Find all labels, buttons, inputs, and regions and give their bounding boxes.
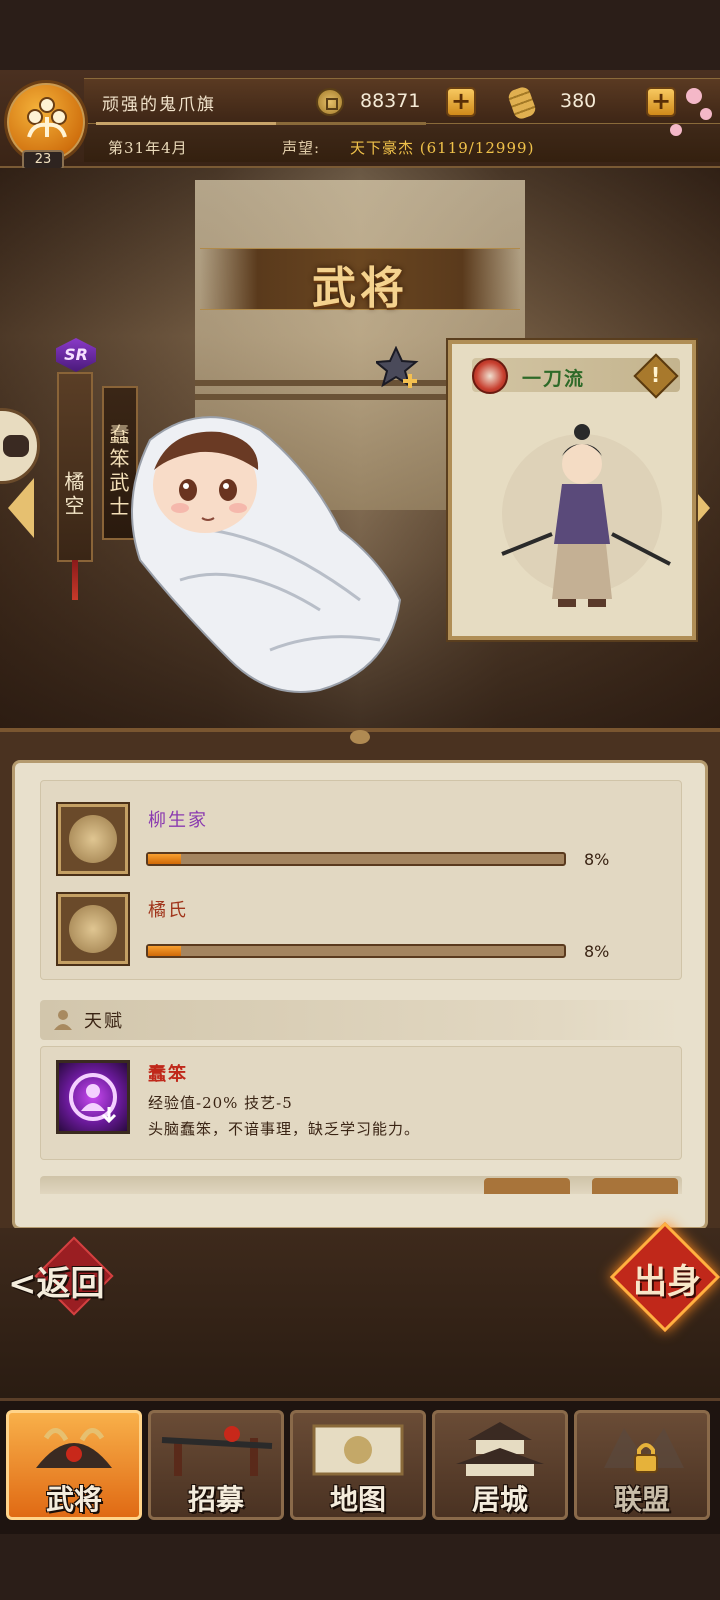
cherry-blossom-decoration — [686, 88, 702, 104]
origin-name: 柳生家 — [148, 810, 208, 831]
section-button-peek[interactable] — [592, 1178, 678, 1194]
add-gold-button[interactable]: + — [446, 87, 476, 117]
samurai-helmet-icon — [36, 1428, 112, 1468]
crossed-swords-icon — [472, 358, 508, 394]
lock-icon — [634, 1443, 658, 1473]
talent-section-header — [40, 1000, 682, 1040]
talent-description: 头脑蠢笨，不谙事理，缺乏学习能力。 — [148, 1120, 421, 1138]
gold-coin-icon — [316, 88, 344, 116]
origin-progress-bar — [146, 944, 566, 958]
birth-button[interactable]: 出身 — [612, 1254, 720, 1303]
person-down-icon — [56, 1060, 130, 1134]
player-level-badge: 23 — [22, 150, 64, 170]
gesture-bar-area — [0, 1534, 720, 1600]
tassel-decoration — [72, 560, 78, 600]
castle-icon — [456, 1422, 544, 1476]
add-rice-button[interactable]: + — [646, 87, 676, 117]
tachibana-crest-icon — [27, 97, 67, 138]
page-title: 武将 — [312, 263, 408, 314]
star-upgrade-icon[interactable] — [376, 346, 422, 390]
scroll-map-icon — [312, 1424, 404, 1476]
talent-item[interactable] — [40, 1046, 682, 1160]
tachibana-crest-icon — [58, 894, 128, 964]
exp-bar — [96, 122, 276, 125]
talent-effect: 经验值-20% 技艺-5 — [148, 1094, 293, 1112]
yagyu-crest-icon — [58, 804, 128, 874]
prev-general-arrow-icon[interactable] — [8, 478, 34, 538]
back-button-label: 返回 — [36, 1264, 105, 1304]
exclamation-mark: ! — [651, 363, 661, 387]
skill-card[interactable]: 一刀流 ! — [448, 340, 696, 640]
fame-label: 声望: — [282, 139, 321, 157]
player-name: 顽强的鬼爪旗 — [102, 95, 216, 115]
samurai-figure — [501, 424, 671, 607]
skill-name: 一刀流 — [522, 368, 586, 390]
nav-label: 武将 — [45, 1483, 102, 1516]
origin-progress-percent: 8% — [584, 850, 610, 869]
section-button-peek[interactable] — [484, 1178, 570, 1194]
general-name: 橘空 — [57, 372, 93, 562]
nav-label: 地图 — [329, 1483, 386, 1516]
next-section-header-peek — [40, 1176, 682, 1194]
origin-progress-percent: 8% — [584, 942, 610, 961]
cherry-blossom-decoration — [700, 108, 712, 120]
katana-rack-icon — [161, 1426, 273, 1476]
nav-label: 招募 — [187, 1483, 244, 1516]
fame-value: 天下豪杰 (6119/12999) — [350, 139, 535, 157]
general-detail-screen: 23 顽强的鬼爪旗 88371 + 380 + 第31年4月 声望: 天下豪杰 … — [0, 0, 720, 1600]
talent-header-icon — [54, 1010, 72, 1030]
cherry-blossom-decoration — [670, 124, 682, 136]
nav-label: 联盟 — [613, 1483, 670, 1516]
origin-progress-bar — [146, 852, 566, 866]
talent-name: 蠢笨 — [148, 1064, 188, 1085]
nav-label: 居城 — [471, 1483, 528, 1516]
gold-amount: 88371 — [360, 90, 421, 112]
game-date: 第31年4月 — [108, 139, 188, 157]
general-portrait[interactable] — [120, 410, 410, 700]
exp-bar-track — [276, 122, 426, 125]
divider-ornament — [350, 730, 370, 744]
talent-section-title: 天赋 — [84, 1011, 124, 1032]
chevron-left-icon: < — [8, 1264, 37, 1304]
rice-amount: 380 — [560, 90, 597, 112]
back-button[interactable]: <返回 — [8, 1256, 105, 1305]
status-bar-area — [0, 0, 720, 70]
origin-name: 橘氏 — [148, 900, 188, 921]
